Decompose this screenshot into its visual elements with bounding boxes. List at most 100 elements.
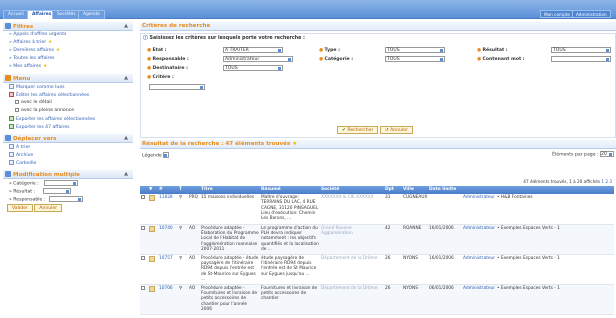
row-extra: H&B Fontaines xyxy=(500,195,533,200)
cancel-button[interactable]: Annuler xyxy=(34,204,63,212)
export-selected-link[interactable]: Exporter les affaires sélectionnées xyxy=(3,115,133,123)
bulk-responsible-select[interactable] xyxy=(48,196,83,202)
destinataire-select[interactable]: TOUS xyxy=(223,65,283,71)
collapse-icon[interactable]: ▲ xyxy=(124,171,128,177)
move-to-sort-link[interactable]: A trier xyxy=(3,143,133,151)
full-notice-option[interactable]: avec la pleine annonce xyxy=(3,107,133,115)
row-company[interactable]: Département de la Drôme xyxy=(320,284,384,315)
row-responsible[interactable]: Administrateur xyxy=(462,254,496,285)
col-icon[interactable] xyxy=(188,186,200,194)
type-select[interactable]: TOUS xyxy=(385,47,445,53)
col-dpt[interactable]: Dpt xyxy=(384,186,402,194)
administration-button[interactable]: Administration xyxy=(572,10,611,18)
etat-label: Etat : xyxy=(152,48,167,53)
export-all-link[interactable]: Exporter les 47 affaires xyxy=(3,123,133,131)
row-title[interactable]: Procédure adaptée - Fournitures et livra… xyxy=(200,284,260,315)
filter-all[interactable]: » Toutes les affaires xyxy=(3,55,133,63)
table-row[interactable]: 10706 ⚲ AO Procédure adaptée - Fournitur… xyxy=(140,284,614,315)
row-company[interactable]: Grand Roanne Agglomération xyxy=(320,224,384,255)
col-select[interactable] xyxy=(140,186,148,194)
filter-urgent[interactable]: » Appels d'offres urgents xyxy=(3,31,133,39)
etat-select[interactable]: A TRAITER xyxy=(223,47,283,53)
table-row[interactable]: 10757 ⚲ AO Procédure adaptée - étude pay… xyxy=(140,254,614,285)
row-title[interactable]: Procédure adaptée - Élaboration du Progr… xyxy=(200,224,260,255)
tab-societes[interactable]: Sociétés xyxy=(52,10,81,19)
row-checkbox[interactable] xyxy=(141,225,145,230)
star-icon: ★ xyxy=(292,141,298,147)
row-id[interactable]: 10757 xyxy=(158,254,178,285)
per-page-select[interactable]: 20 xyxy=(600,151,614,157)
legend-toggle[interactable]: Légende xyxy=(142,152,170,159)
row-company[interactable]: Département de la Drôme xyxy=(320,254,384,285)
responsable-select[interactable]: Administrateur xyxy=(223,56,293,62)
col-id[interactable]: # xyxy=(158,186,178,194)
filter-latest[interactable]: » Dernières affaires ★ xyxy=(3,47,133,55)
row-checkbox[interactable] xyxy=(141,285,145,290)
row-responsible[interactable]: Administrateur xyxy=(462,194,496,225)
etat-value: A TRAITER xyxy=(225,48,249,53)
reset-button-label: Annuler xyxy=(390,128,409,133)
mark-read-link[interactable]: Marquer comme lues xyxy=(3,83,133,91)
row-id[interactable]: 10740 xyxy=(158,224,178,255)
validate-button[interactable]: Valider xyxy=(7,204,33,212)
col-extra[interactable] xyxy=(496,186,614,194)
col-date[interactable]: Date limite xyxy=(428,186,462,194)
full-notice-checkbox[interactable] xyxy=(15,108,19,112)
bullet: ● xyxy=(147,66,152,71)
table-row[interactable]: 11828 ⚲ PRQ 15 maisons individuelles Maî… xyxy=(140,194,614,225)
filter-all-label: Toutes les affaires xyxy=(13,56,55,61)
filters-header[interactable]: Filtres ▲ xyxy=(3,22,133,31)
my-account-button[interactable]: Mon compte xyxy=(540,10,574,18)
search-button[interactable]: ✔ Rechercher xyxy=(337,126,379,134)
move-header[interactable]: Déplacer vers ▲ xyxy=(3,134,133,143)
bulk-edit-section: Modification multiple ▲ » Catégorie : » R… xyxy=(3,170,133,213)
col-city[interactable]: Ville xyxy=(402,186,428,194)
reset-button[interactable]: ↺ Annuler xyxy=(379,126,414,134)
col-type[interactable]: T xyxy=(178,186,188,194)
col-company[interactable]: Société xyxy=(320,186,384,194)
col-resp[interactable] xyxy=(462,186,496,194)
with-detail-option[interactable]: avec le détail xyxy=(3,99,133,107)
collapse-icon[interactable]: ▲ xyxy=(124,135,128,141)
with-detail-checkbox[interactable] xyxy=(15,100,19,104)
collapse-icon[interactable]: ▲ xyxy=(124,23,128,29)
responsable-value: Administrateur xyxy=(225,57,260,62)
bulk-edit-header[interactable]: Modification multiple ▲ xyxy=(3,170,133,179)
col-title[interactable]: Titre xyxy=(200,186,260,194)
col-flag[interactable]: ▼ xyxy=(148,186,158,194)
row-checkbox[interactable] xyxy=(141,255,145,260)
row-title[interactable]: 15 maisons individuelles xyxy=(200,194,260,225)
move-trash-link[interactable]: Corbeille xyxy=(3,159,133,167)
row-company[interactable]: XXXXXXX & CIE XXXXXX xyxy=(320,194,384,225)
col-summary[interactable]: Résumé xyxy=(260,186,320,194)
row-responsible[interactable]: Administrateur xyxy=(462,224,496,255)
critere-select[interactable] xyxy=(149,84,205,90)
reset-icon: ↺ xyxy=(384,128,389,133)
bullet: ● xyxy=(477,57,482,62)
bulk-result-select[interactable] xyxy=(42,188,71,194)
resultat-select[interactable]: TOUS xyxy=(551,47,611,53)
filters-section: Filtres ▲ » Appels d'offres urgents » Aff… xyxy=(3,22,133,71)
legend-select[interactable] xyxy=(163,152,170,158)
categorie-select[interactable]: TOUS xyxy=(385,56,445,62)
row-title[interactable]: Procédure adaptée - étude paysagère de l… xyxy=(200,254,260,285)
table-row[interactable]: 10740 ⚲ AO Procédure adaptée - Élaborati… xyxy=(140,224,614,255)
filter-mine[interactable]: » Mes affaires ★ xyxy=(3,63,133,71)
filter-to-sort[interactable]: » Affaires à trier ★ xyxy=(3,39,133,47)
page-links[interactable]: 1 2 3 xyxy=(601,179,612,184)
tab-accueil[interactable]: Accueil xyxy=(3,10,29,19)
contenu-input[interactable] xyxy=(551,56,611,62)
edit-selected-link[interactable]: Éditer les affaires sélectionnées xyxy=(3,91,133,99)
collapse-icon[interactable]: ▲ xyxy=(124,75,128,81)
bulk-category-select[interactable] xyxy=(44,180,79,186)
row-responsible[interactable]: Administrateur xyxy=(462,284,496,315)
row-type: PRQ xyxy=(188,194,200,225)
menu-header[interactable]: Menu ▲ xyxy=(3,74,133,83)
row-id[interactable]: 10706 xyxy=(158,284,178,315)
row-checkbox[interactable] xyxy=(141,195,145,199)
tab-agenda[interactable]: Agenda xyxy=(78,10,105,19)
bulk-edit-title: Modification multiple xyxy=(13,172,80,178)
row-id[interactable]: 11828 xyxy=(158,194,178,225)
row-date xyxy=(428,194,462,225)
move-archive-link[interactable]: Archive xyxy=(3,151,133,159)
